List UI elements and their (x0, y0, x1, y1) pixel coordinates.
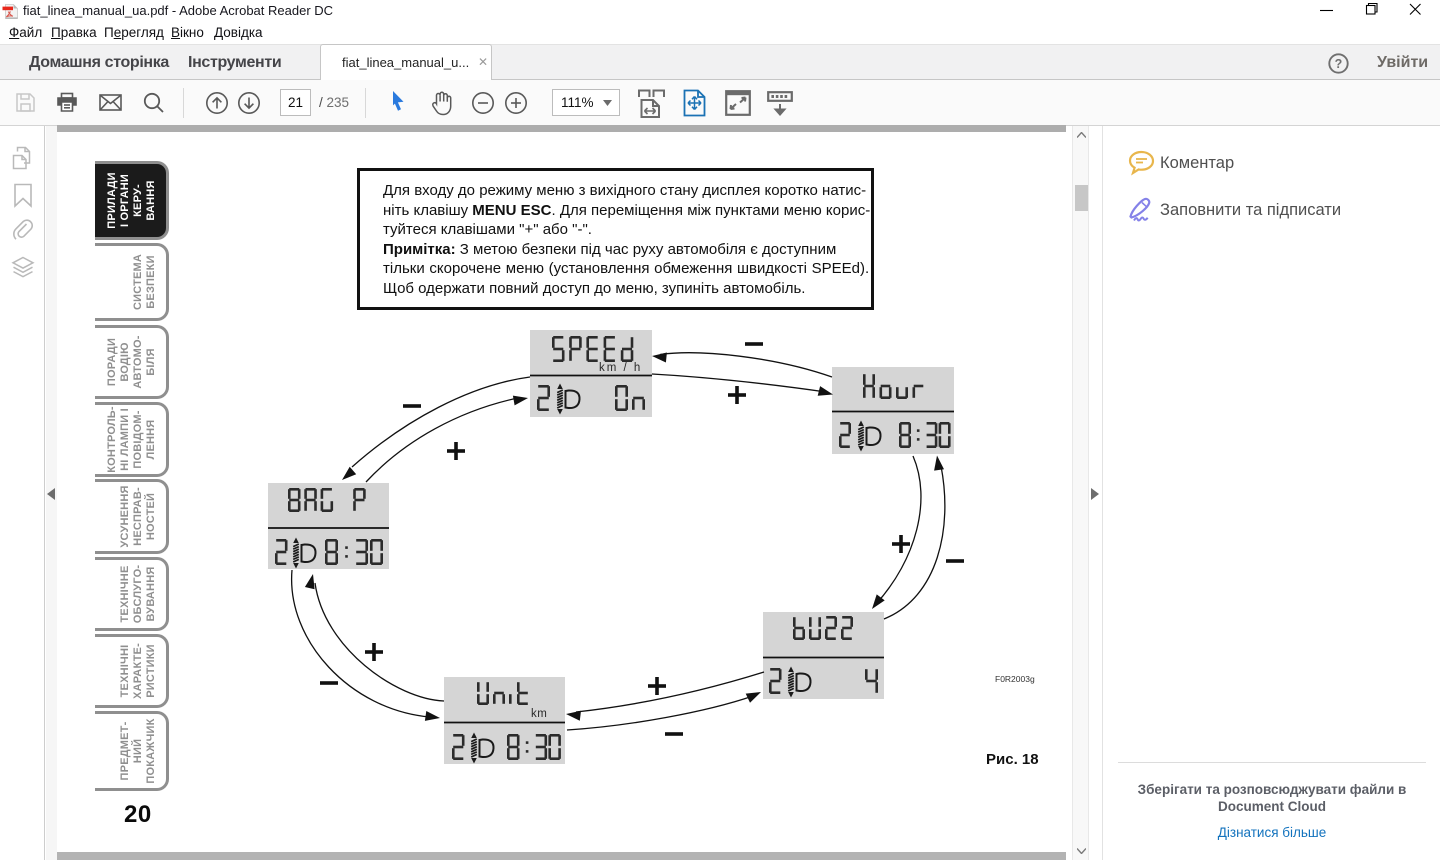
svg-text:Рис. 18: Рис. 18 (986, 751, 1039, 768)
svg-text:F0R2003g: F0R2003g (995, 674, 1035, 684)
svg-text:km / h: km / h (599, 362, 642, 374)
svg-text:km: km (531, 708, 547, 720)
